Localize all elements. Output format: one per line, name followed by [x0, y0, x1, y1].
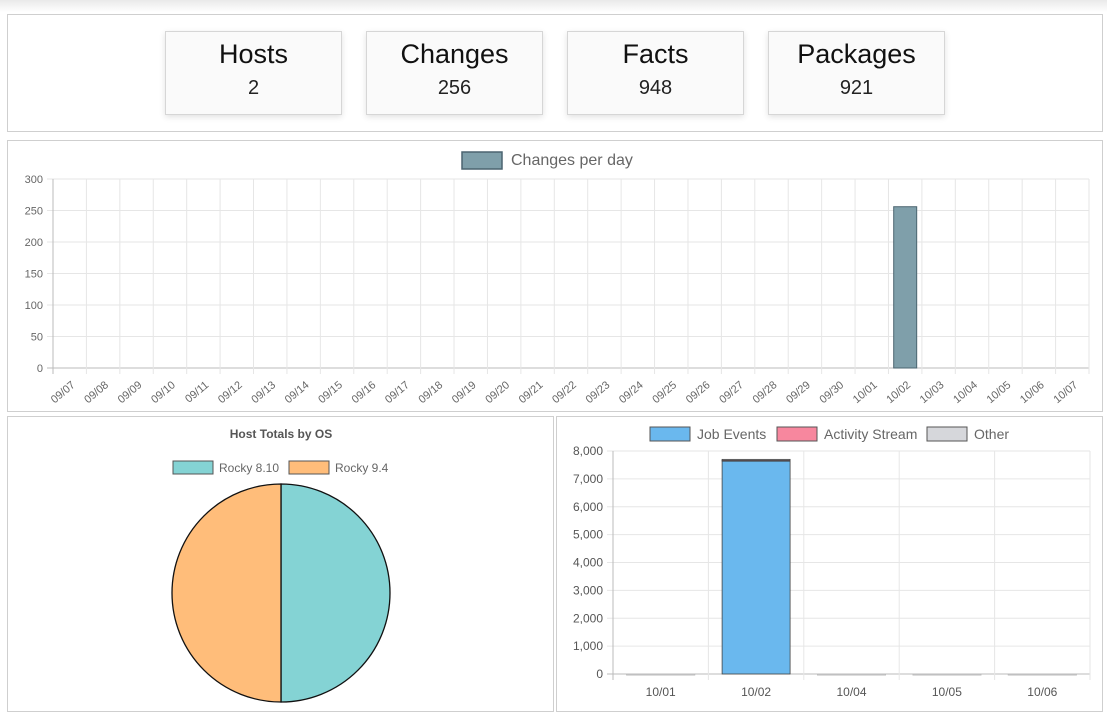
y-tick-label: 200 [25, 237, 43, 249]
y-tick-label: 150 [25, 269, 43, 281]
x-tick-label: 09/18 [416, 379, 445, 406]
changes-per-day-panel: Changes per day 0 50 100 150 200 250 300 09/07 09… [7, 140, 1103, 412]
bar-other-10/02 [721, 458, 791, 461]
x-tick-label: 09/16 [350, 379, 379, 406]
changes-stat-value: 256 [437, 77, 472, 99]
y-tick-label: 4,000 [573, 556, 603, 570]
hosts-stat-label: Hosts [218, 39, 289, 69]
bar-job-events-10/02 [721, 460, 791, 675]
y-tick-label: 5,000 [573, 528, 603, 542]
legend-swatch-rocky-9-4 [288, 460, 330, 475]
x-tick-label: 10/01 [646, 685, 676, 699]
x-tick-label: 10/02 [884, 379, 913, 406]
x-tick-label: 09/24 [617, 379, 646, 406]
x-tick-label: 10/02 [741, 685, 771, 699]
y-tick-label: 8,000 [573, 444, 603, 458]
y-tick-label: 2,000 [573, 611, 603, 625]
bar-other-10/06 [1007, 673, 1077, 676]
x-tick-label: 10/06 [1027, 685, 1057, 699]
legend-label: Job Events [697, 426, 766, 442]
x-tick-label: 09/11 [183, 379, 211, 405]
events-per-day-chart: Job Events Activity Stream Other 0 1,000 2,00… [573, 426, 1091, 699]
legend-label-changes: Changes per day [511, 152, 633, 169]
y-tick-label: 50 [31, 332, 43, 344]
x-tick-label: 09/09 [116, 379, 145, 406]
x-tick-label: 10/06 [1018, 379, 1047, 406]
facts-stat-card[interactable]: Facts 948 [567, 31, 744, 115]
legend-label: Rocky 9.4 [335, 461, 389, 475]
x-tick-label: 09/20 [483, 379, 512, 406]
bar-other-10/01 [626, 673, 696, 676]
x-tick-label: 09/08 [82, 379, 111, 406]
x-tick-label: 10/07 [1051, 379, 1080, 406]
x-tick-label: 09/21 [517, 379, 546, 406]
legend-swatch-rocky-8-10 [172, 460, 214, 475]
y-tick-label: 250 [25, 206, 43, 218]
y-tick-label: 6,000 [573, 500, 603, 514]
x-tick-label: 09/22 [550, 379, 579, 406]
packages-stat-value: 921 [839, 77, 874, 99]
y-tick-label: 1,000 [573, 639, 603, 653]
pie-slice-rocky-8-10 [280, 483, 391, 703]
host-totals-panel: Host Totals by OS Rocky 8.10 Rocky 9.4 [7, 416, 554, 712]
x-tick-label: 09/25 [650, 379, 679, 406]
summary-stats-panel: Hosts 2 Changes 256 Facts 948 Packages 9… [7, 14, 1103, 132]
legend-label: Rocky 8.10 [219, 461, 279, 475]
x-tick-label: 10/05 [985, 379, 1014, 406]
legend-swatch-other [926, 426, 968, 442]
x-tick-label: 09/27 [717, 379, 746, 406]
x-tick-label: 09/28 [751, 379, 780, 406]
hosts-stat-card[interactable]: Hosts 2 [165, 31, 342, 115]
x-tick-label: 10/01 [851, 379, 880, 406]
x-tick-label: 09/13 [249, 379, 278, 406]
y-tick-label: 300 [25, 174, 43, 186]
y-tick-label: 0 [37, 363, 43, 375]
x-tick-label: 09/26 [684, 379, 713, 406]
legend-label: Other [974, 426, 1009, 442]
x-tick-label: 09/17 [383, 379, 412, 406]
x-tick-label: 09/15 [316, 379, 345, 406]
hosts-stat-value: 2 [247, 77, 260, 99]
packages-stat-card[interactable]: Packages 921 [768, 31, 945, 115]
pie-slice-rocky-9-4 [171, 483, 282, 703]
chart-title: Host Totals by OS [230, 427, 332, 441]
events-panel: Job Events Activity Stream Other 0 1,000 2,00… [556, 416, 1103, 712]
x-tick-label: 09/12 [216, 379, 245, 406]
x-tick-label: 09/19 [450, 379, 479, 406]
bar-other-10/04 [817, 673, 886, 676]
changes-per-day-chart: Changes per day05010015020025030009/07 09… [25, 151, 1090, 406]
bar-changes-10/02 [893, 206, 918, 369]
x-tick-label: 09/29 [784, 379, 813, 406]
x-tick-label: 09/14 [283, 379, 312, 406]
y-tick-label: 0 [596, 667, 603, 681]
legend-label: Activity Stream [824, 426, 917, 442]
x-tick-label: 10/04 [951, 379, 980, 406]
x-tick-label: 10/03 [918, 379, 947, 406]
top-shadow [0, 0, 1107, 12]
legend-swatch-changes [461, 151, 503, 170]
host-totals-by-os-chart: Host Totals by OS Rocky 8.10 Rocky 9.4 [171, 427, 391, 703]
x-tick-label: 10/04 [836, 685, 866, 699]
bar-other-10/05 [912, 673, 982, 676]
y-tick-label: 7,000 [573, 472, 603, 486]
changes-stat-card[interactable]: Changes 256 [366, 31, 543, 115]
facts-stat-value: 948 [638, 77, 673, 99]
x-tick-label: 09/07 [49, 379, 78, 406]
packages-stat-label: Packages [797, 39, 916, 69]
x-tick-label: 10/05 [932, 685, 962, 699]
changes-stat-label: Changes [400, 39, 509, 69]
legend-swatch-activity-stream [776, 426, 818, 442]
y-tick-label: 3,000 [573, 583, 603, 597]
x-tick-label: 09/30 [817, 379, 846, 406]
x-tick-label: 09/23 [584, 379, 613, 406]
y-tick-label: 100 [25, 300, 43, 312]
facts-stat-label: Facts [622, 39, 689, 69]
x-tick-label: 09/10 [149, 379, 178, 406]
legend-swatch-job-events [649, 426, 691, 442]
